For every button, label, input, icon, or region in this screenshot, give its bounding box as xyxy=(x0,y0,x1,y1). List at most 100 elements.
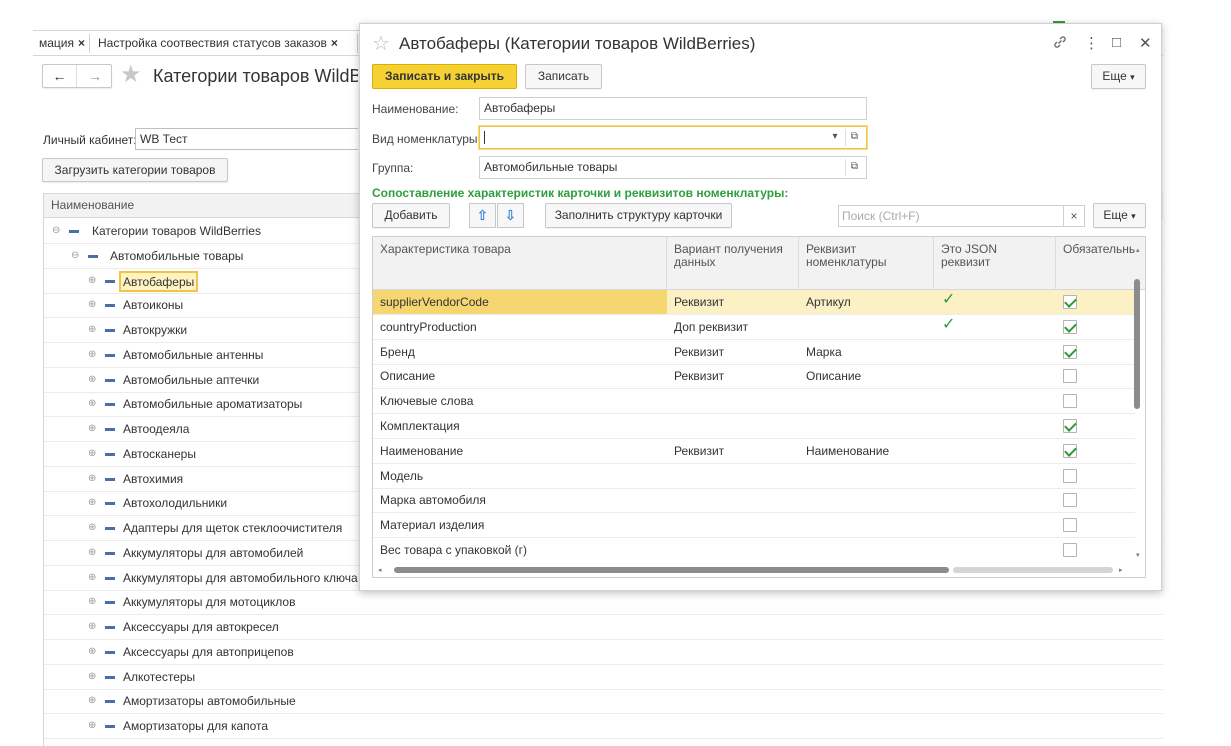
table-row[interactable]: Бренд Реквизит Марка xyxy=(373,340,1135,365)
expand-icon[interactable]: ⊕ xyxy=(88,467,96,491)
move-up-icon[interactable]: ⇧ xyxy=(469,203,496,228)
favorite-star-icon[interactable]: ☆ xyxy=(372,31,390,56)
cell-variant[interactable] xyxy=(667,513,799,537)
horizontal-scroll-thumb[interactable] xyxy=(394,567,949,573)
maximize-icon[interactable]: □ xyxy=(1112,34,1121,51)
kind-field[interactable]: ▾ ⧉ xyxy=(479,126,867,149)
expand-icon[interactable]: ⊕ xyxy=(88,491,96,515)
tab-status-settings[interactable]: Настройка соотвествия статусов заказов × xyxy=(92,31,338,56)
move-down-icon[interactable]: ⇩ xyxy=(497,203,524,228)
dropdown-icon[interactable]: ▾ xyxy=(826,129,844,146)
expand-icon[interactable]: ⊕ xyxy=(88,665,96,689)
cell-attribute[interactable] xyxy=(799,464,934,488)
more-vertical-icon[interactable]: ⋮ xyxy=(1084,34,1099,52)
cell-variant[interactable]: Реквизит xyxy=(667,290,799,314)
expand-icon[interactable]: ⊕ xyxy=(88,368,96,392)
scroll-up-icon[interactable]: ▴ xyxy=(1136,246,1140,254)
table-row[interactable]: Описание Реквизит Описание xyxy=(373,364,1135,390)
cell-variant[interactable]: Реквизит xyxy=(667,340,799,364)
col-json[interactable]: Это JSON реквизит xyxy=(934,237,1056,290)
forward-arrow-icon[interactable]: → xyxy=(78,65,112,87)
save-button[interactable]: Записать xyxy=(525,64,602,89)
col-required[interactable]: Обязательнь xyxy=(1056,237,1136,290)
expand-icon[interactable]: ⊕ xyxy=(88,541,96,565)
save-and-close-button[interactable]: Записать и закрыть xyxy=(372,64,517,89)
close-icon[interactable]: × xyxy=(78,36,85,50)
cell-variant[interactable] xyxy=(667,488,799,512)
cell-attribute[interactable] xyxy=(799,389,934,413)
expand-icon[interactable]: ⊕ xyxy=(88,417,96,441)
table-row[interactable]: Модель xyxy=(373,464,1135,489)
required-checkbox[interactable] xyxy=(1063,543,1077,557)
expand-icon[interactable]: ⊕ xyxy=(88,392,96,416)
scroll-down-icon[interactable]: ▾ xyxy=(1136,551,1140,559)
table-row[interactable]: Марка автомобиля xyxy=(373,488,1135,514)
expand-icon[interactable]: ⊕ xyxy=(88,714,96,738)
required-checkbox[interactable] xyxy=(1063,319,1077,334)
cell-variant[interactable] xyxy=(667,464,799,488)
table-row[interactable]: supplierVendorCode Реквизит Артикул ✓ xyxy=(373,290,1135,315)
required-checkbox[interactable] xyxy=(1063,394,1077,409)
table-row[interactable]: Комплектация xyxy=(373,414,1135,439)
required-checkbox[interactable] xyxy=(1063,468,1077,483)
cell-attribute[interactable]: Описание xyxy=(799,364,934,388)
cell-attribute[interactable]: Артикул xyxy=(799,290,934,314)
table-row[interactable]: Вес товара с упаковкой (г) xyxy=(373,538,1135,563)
cell-characteristic[interactable]: Марка автомобиля xyxy=(373,488,667,512)
cell-variant[interactable]: Реквизит xyxy=(667,364,799,388)
expand-icon[interactable]: ⊕ xyxy=(88,442,96,466)
clear-search-icon[interactable]: × xyxy=(1063,205,1085,227)
cell-attribute[interactable] xyxy=(799,513,934,537)
tree-row[interactable]: ⊕ Алкотестеры xyxy=(44,665,1163,690)
expand-icon[interactable]: ⊕ xyxy=(88,590,96,614)
cell-variant[interactable]: Доп реквизит xyxy=(667,315,799,339)
load-categories-button[interactable]: Загрузить категории товаров xyxy=(42,158,228,182)
col-variant[interactable]: Вариант получения данных xyxy=(667,237,799,290)
vertical-scroll-thumb[interactable] xyxy=(1134,279,1140,409)
back-arrow-icon[interactable]: ← xyxy=(43,65,77,87)
tree-row[interactable]: ⊕ Аккумуляторы для мотоциклов xyxy=(44,590,1163,616)
required-checkbox[interactable] xyxy=(1063,493,1077,508)
tree-row[interactable]: ⊕ Амортизаторы для капота xyxy=(44,714,1163,739)
cell-attribute[interactable] xyxy=(799,538,934,562)
cell-characteristic[interactable]: countryProduction xyxy=(373,315,667,339)
expand-icon[interactable]: ⊕ xyxy=(88,293,96,317)
collapse-icon[interactable]: ⊖ xyxy=(71,244,79,268)
cell-attribute[interactable] xyxy=(799,315,934,339)
cell-characteristic[interactable]: Описание xyxy=(373,364,667,388)
required-checkbox[interactable] xyxy=(1063,369,1077,384)
col-characteristic[interactable]: Характеристика товара xyxy=(373,237,667,290)
table-row[interactable]: Материал изделия xyxy=(373,513,1135,539)
required-checkbox[interactable] xyxy=(1063,295,1077,309)
tree-row[interactable]: ⊕ Амортизаторы автомобильные xyxy=(44,689,1163,715)
cell-characteristic[interactable]: Модель xyxy=(373,464,667,488)
expand-icon[interactable]: ⊕ xyxy=(88,318,96,342)
cell-variant[interactable] xyxy=(667,414,799,438)
open-icon[interactable]: ⧉ xyxy=(845,159,863,176)
name-field[interactable]: Автобаферы xyxy=(479,97,867,120)
table-row[interactable]: Наименование Реквизит Наименование xyxy=(373,439,1135,464)
table-row[interactable]: Ключевые слова xyxy=(373,389,1135,415)
cell-characteristic[interactable]: supplierVendorCode xyxy=(373,290,667,314)
add-button[interactable]: Добавить xyxy=(372,203,450,228)
required-checkbox[interactable] xyxy=(1063,419,1077,433)
cell-characteristic[interactable]: Ключевые слова xyxy=(373,389,667,413)
fill-structure-button[interactable]: Заполнить структуру карточки xyxy=(545,203,732,228)
expand-icon[interactable]: ⊕ xyxy=(88,269,96,293)
tree-row[interactable]: ⊕ Аксессуары для автокресел xyxy=(44,615,1163,640)
cell-characteristic[interactable]: Наименование xyxy=(373,439,667,463)
col-attribute[interactable]: Реквизит номенклатуры xyxy=(799,237,934,290)
cell-attribute[interactable]: Наименование xyxy=(799,439,934,463)
expand-icon[interactable]: ⊕ xyxy=(88,343,96,367)
required-checkbox[interactable] xyxy=(1063,344,1077,359)
table-more-button[interactable]: Еще ▾ xyxy=(1093,203,1146,228)
expand-icon[interactable]: ⊕ xyxy=(88,566,96,590)
search-input[interactable]: Поиск (Ctrl+F) xyxy=(838,205,1085,227)
cell-variant[interactable]: Реквизит xyxy=(667,439,799,463)
cell-attribute[interactable]: Марка xyxy=(799,340,934,364)
group-field[interactable]: Автомобильные товары ⧉ xyxy=(479,156,867,179)
link-icon[interactable] xyxy=(1052,34,1068,54)
table-row[interactable]: countryProduction Доп реквизит ✓ xyxy=(373,315,1135,340)
tree-row[interactable]: ⊕ Аксессуары для автоприцепов xyxy=(44,640,1163,665)
cabinet-field[interactable]: WB Тест xyxy=(135,128,358,150)
